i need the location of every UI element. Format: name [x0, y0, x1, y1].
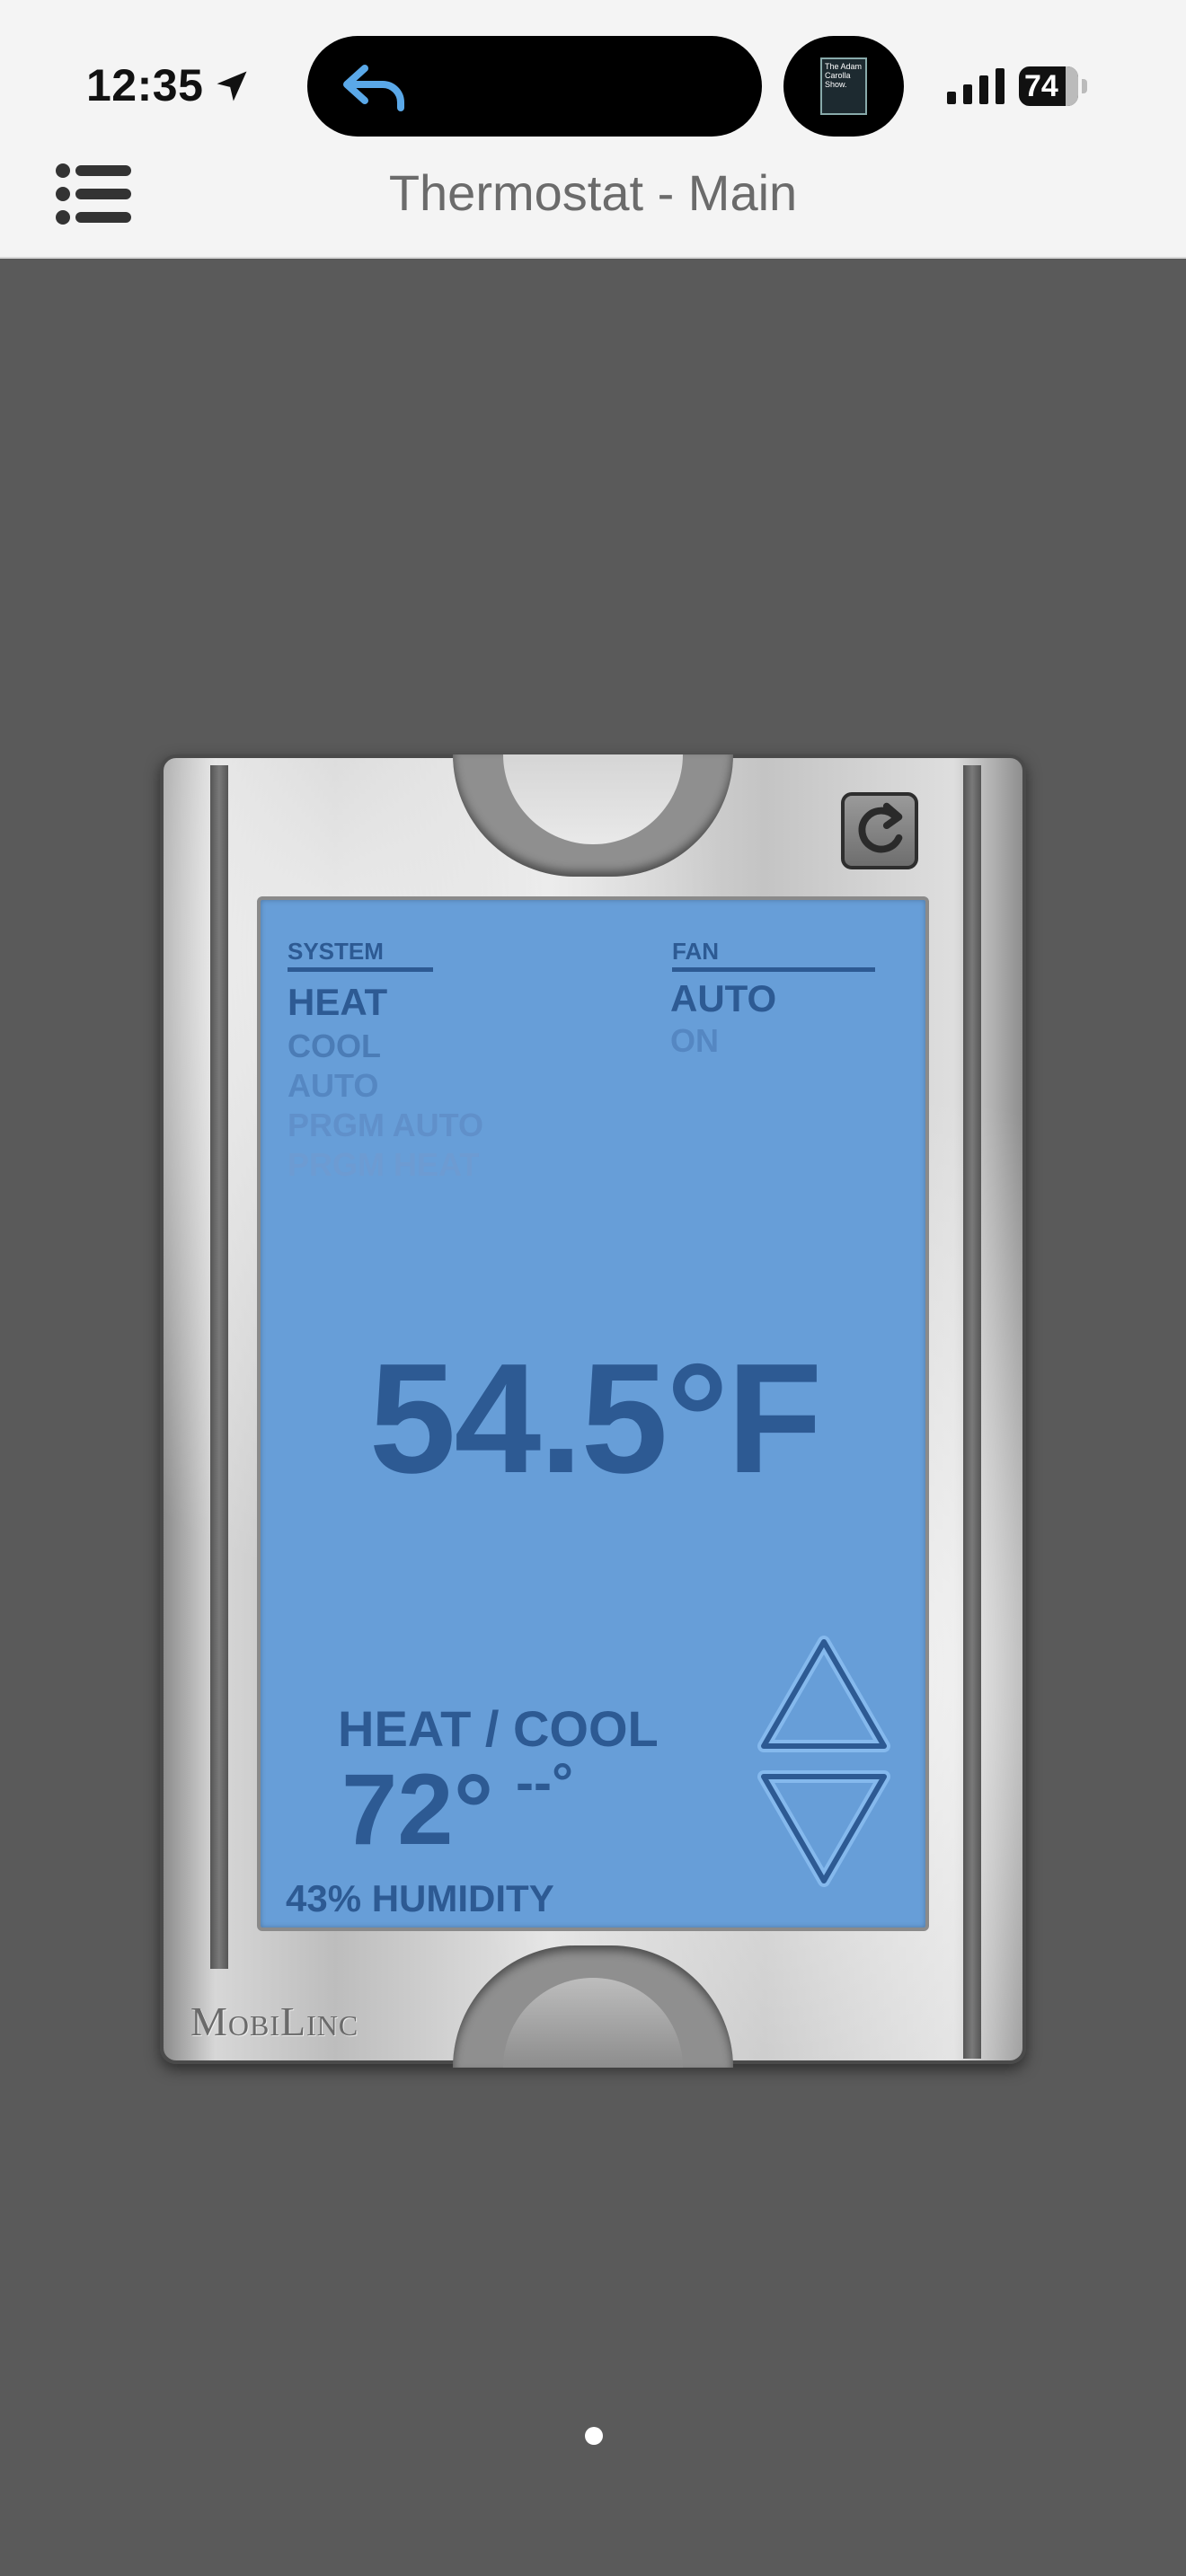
page-title: Thermostat - Main — [388, 164, 798, 221]
refresh-button[interactable] — [841, 792, 918, 869]
bottom-notch — [453, 1945, 733, 2068]
refresh-icon — [858, 802, 903, 853]
back-arrow-icon[interactable] — [340, 61, 412, 111]
nav-bar: Thermostat - Main — [0, 144, 1186, 259]
battery-indicator: 74 — [1019, 66, 1078, 106]
triangle-up-icon — [757, 1636, 890, 1752]
right-rail — [963, 765, 981, 2059]
now-playing-bubble[interactable]: The Adam Carolla Show. — [783, 36, 904, 137]
setpoint-up-button[interactable] — [757, 1633, 891, 1755]
lcd-screen: SYSTEM FAN HEAT COOL AUTO PRGM AUTO PRGM… — [257, 896, 929, 1931]
heat-setpoint: 72° — [341, 1753, 494, 1866]
system-mode-cool[interactable]: COOL — [288, 1028, 381, 1065]
status-time: 12:35 — [86, 60, 204, 110]
battery-nub — [1082, 79, 1087, 93]
fan-mode-auto[interactable]: AUTO — [670, 977, 776, 1020]
setpoint-down-button[interactable] — [757, 1768, 891, 1890]
brand-logo: MobiLinc — [190, 1998, 359, 2044]
system-mode-prgm-heat[interactable]: PRGM HEAT — [288, 1146, 479, 1184]
location-arrow-icon — [217, 71, 247, 101]
fan-header: FAN — [672, 938, 875, 972]
left-rail — [210, 765, 228, 1969]
system-header: SYSTEM — [288, 938, 433, 972]
cellular-signal-icon — [947, 68, 1005, 104]
top-notch — [453, 754, 733, 877]
system-mode-prgm-auto[interactable]: PRGM AUTO — [288, 1107, 483, 1144]
current-temperature: 54.5°F — [368, 1330, 823, 1505]
status-bar: 12:35 The Adam Carolla Show. 74 — [0, 0, 1186, 144]
podcast-artwork: The Adam Carolla Show. — [820, 57, 867, 115]
cool-setpoint: --° — [516, 1752, 573, 1813]
system-mode-heat[interactable]: HEAT — [288, 981, 387, 1024]
page-indicator-dot — [585, 2427, 603, 2445]
dynamic-island[interactable] — [307, 36, 762, 137]
triangle-down-icon — [757, 1770, 890, 1887]
system-mode-auto[interactable]: AUTO — [288, 1067, 378, 1105]
thermostat-device: SYSTEM FAN HEAT COOL AUTO PRGM AUTO PRGM… — [160, 754, 1026, 2068]
fan-mode-on[interactable]: ON — [670, 1022, 719, 1060]
humidity-readout: 43% HUMIDITY — [286, 1877, 554, 1919]
mode-label: HEAT / COOL — [338, 1700, 659, 1757]
